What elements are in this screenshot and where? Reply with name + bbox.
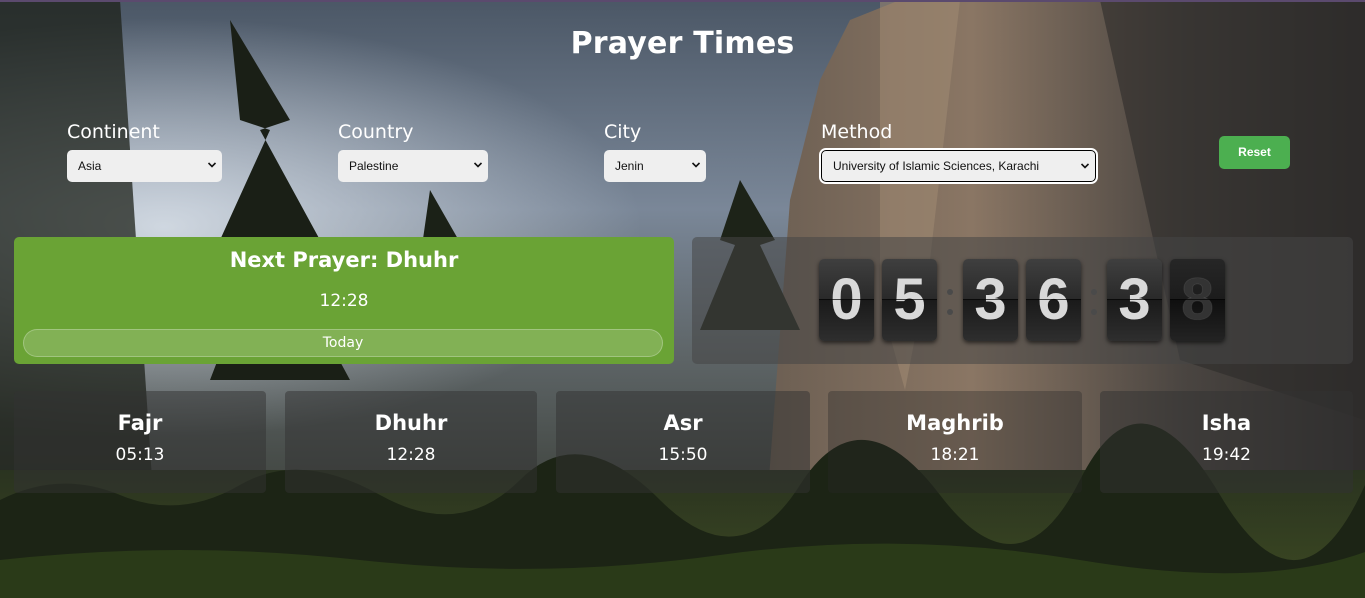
method-select[interactable]: University of Islamic Sciences, Karachi	[819, 148, 1098, 184]
country-field: Country Palestine	[338, 121, 488, 182]
prayer-time: 15:50	[658, 445, 708, 465]
chevron-down-icon	[692, 162, 700, 168]
prayer-name: Dhuhr	[374, 411, 448, 435]
reset-button[interactable]: Reset	[1219, 136, 1290, 169]
prayer-name: Asr	[663, 411, 703, 435]
prayer-name: Isha	[1201, 411, 1252, 435]
continent-select-value: Asia	[78, 159, 102, 173]
continent-label: Continent	[67, 121, 160, 143]
city-label: City	[604, 121, 642, 143]
prayer-time: 05:13	[115, 445, 165, 465]
prayer-time: 19:42	[1202, 445, 1251, 465]
chevron-down-icon	[208, 162, 216, 168]
country-label: Country	[338, 121, 414, 143]
continent-select[interactable]: Asia	[67, 150, 222, 182]
prayer-name: Fajr	[117, 411, 163, 435]
countdown-digit: 6	[1026, 259, 1081, 341]
countdown-digit: 8	[1170, 259, 1225, 341]
countdown-digit: 3	[963, 259, 1018, 341]
method-field: Method University of Islamic Sciences, K…	[819, 121, 1098, 184]
countdown-separator-dot	[947, 309, 953, 315]
prayer-card-asr: Asr 15:50	[556, 391, 810, 493]
next-prayer-day-badge: Today	[23, 329, 663, 357]
countdown-separator-dot	[1091, 309, 1097, 315]
countdown-separator-dot	[947, 289, 953, 295]
countdown-digit: 5	[882, 259, 937, 341]
countdown-digit: 3	[1107, 259, 1162, 341]
countdown-digit: 0	[819, 259, 874, 341]
countdown-separator-dot	[1091, 289, 1097, 295]
city-select-value: Jenin	[615, 159, 644, 173]
city-select[interactable]: Jenin	[604, 150, 706, 182]
next-prayer-time: 12:28	[319, 291, 369, 311]
next-prayer-card: Next Prayer: Dhuhr 12:28 Today	[14, 237, 674, 364]
prayer-card-fajr: Fajr 05:13	[14, 391, 266, 493]
country-select[interactable]: Palestine	[338, 150, 488, 182]
countdown-timer: 0 5 3 6 3 8	[692, 237, 1353, 364]
chevron-down-icon	[474, 162, 482, 168]
method-select-value: University of Islamic Sciences, Karachi	[833, 159, 1040, 173]
prayer-card-dhuhr: Dhuhr 12:28	[285, 391, 537, 493]
prayer-card-isha: Isha 19:42	[1100, 391, 1353, 493]
method-label: Method	[821, 121, 893, 143]
page-title: Prayer Times	[570, 26, 795, 61]
prayer-time: 12:28	[386, 445, 436, 465]
chevron-down-icon	[1081, 163, 1089, 169]
prayer-name: Maghrib	[906, 411, 1004, 435]
next-prayer-title: Next Prayer: Dhuhr	[229, 248, 459, 272]
country-select-value: Palestine	[349, 159, 399, 173]
prayer-time: 18:21	[930, 445, 980, 465]
prayer-card-maghrib: Maghrib 18:21	[828, 391, 1082, 493]
continent-field: Continent Asia	[67, 121, 222, 182]
city-field: City Jenin	[604, 121, 706, 182]
